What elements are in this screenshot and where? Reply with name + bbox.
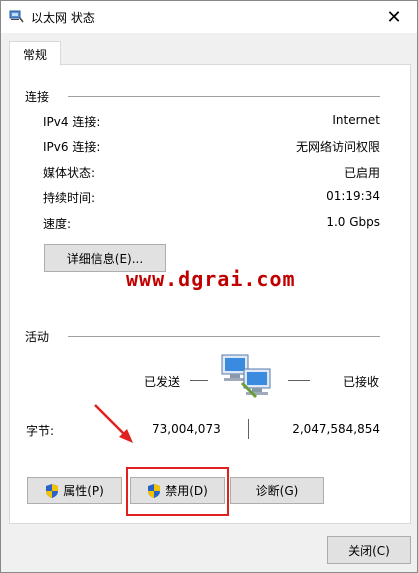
duration-label: 持续时间:	[43, 191, 96, 205]
bytes-label: 字节:	[26, 424, 55, 438]
speed-label: 速度:	[43, 217, 72, 231]
watermark-text: www.dgrai.com	[126, 267, 296, 291]
tab-label: 常规	[22, 47, 47, 62]
diagnose-button-label: 诊断(G)	[255, 484, 299, 498]
media-state-value: 已启用	[343, 166, 380, 180]
duration-value: 01:19:34	[326, 189, 380, 203]
close-button-label: 关闭(C)	[348, 543, 390, 558]
connection-heading: 连接	[25, 90, 50, 104]
properties-button[interactable]: 属性(P)	[27, 477, 122, 504]
ipv4-label: IPv4 连接:	[43, 115, 101, 129]
network-computers-icon	[221, 354, 271, 399]
activity-heading: 活动	[25, 330, 50, 344]
bytes-received-value: 2,047,584,854	[292, 422, 380, 436]
ipv4-value: Internet	[332, 113, 380, 127]
status-dialog: 以太网 状态 ✕ 常规 连接 IPv4 连接: Internet IPv6 连接…	[0, 0, 418, 573]
close-button[interactable]: 关闭(C)	[327, 536, 411, 564]
tab-general[interactable]: 常规	[9, 41, 61, 66]
title-bar: 以太网 状态 ✕	[1, 1, 417, 33]
ipv6-label: IPv6 连接:	[43, 140, 101, 154]
highlight-box	[126, 467, 229, 516]
general-panel: 连接 IPv4 连接: Internet IPv6 连接: 无网络访问权限 媒体…	[9, 64, 411, 524]
uac-shield-icon	[46, 483, 59, 498]
received-dash	[288, 380, 310, 381]
bytes-separator	[248, 419, 249, 439]
close-icon: ✕	[386, 6, 402, 28]
window-title: 以太网 状态	[31, 11, 95, 25]
properties-button-label: 属性(P)	[63, 484, 104, 498]
received-label: 已接收	[343, 375, 380, 389]
connection-divider	[68, 96, 380, 97]
diagnose-button[interactable]: 诊断(G)	[230, 477, 324, 504]
activity-divider	[68, 336, 380, 337]
close-window-button[interactable]: ✕	[371, 1, 417, 33]
speed-value: 1.0 Gbps	[326, 215, 380, 229]
media-state-label: 媒体状态:	[43, 166, 96, 180]
red-arrow-icon	[94, 404, 133, 443]
sent-dash	[190, 380, 208, 381]
network-icon	[9, 10, 24, 23]
bytes-sent-value: 73,004,073	[152, 422, 221, 436]
sent-label: 已发送	[144, 375, 181, 389]
details-button-label: 详细信息(E)...	[66, 251, 144, 266]
ipv6-value: 无网络访问权限	[295, 140, 380, 154]
